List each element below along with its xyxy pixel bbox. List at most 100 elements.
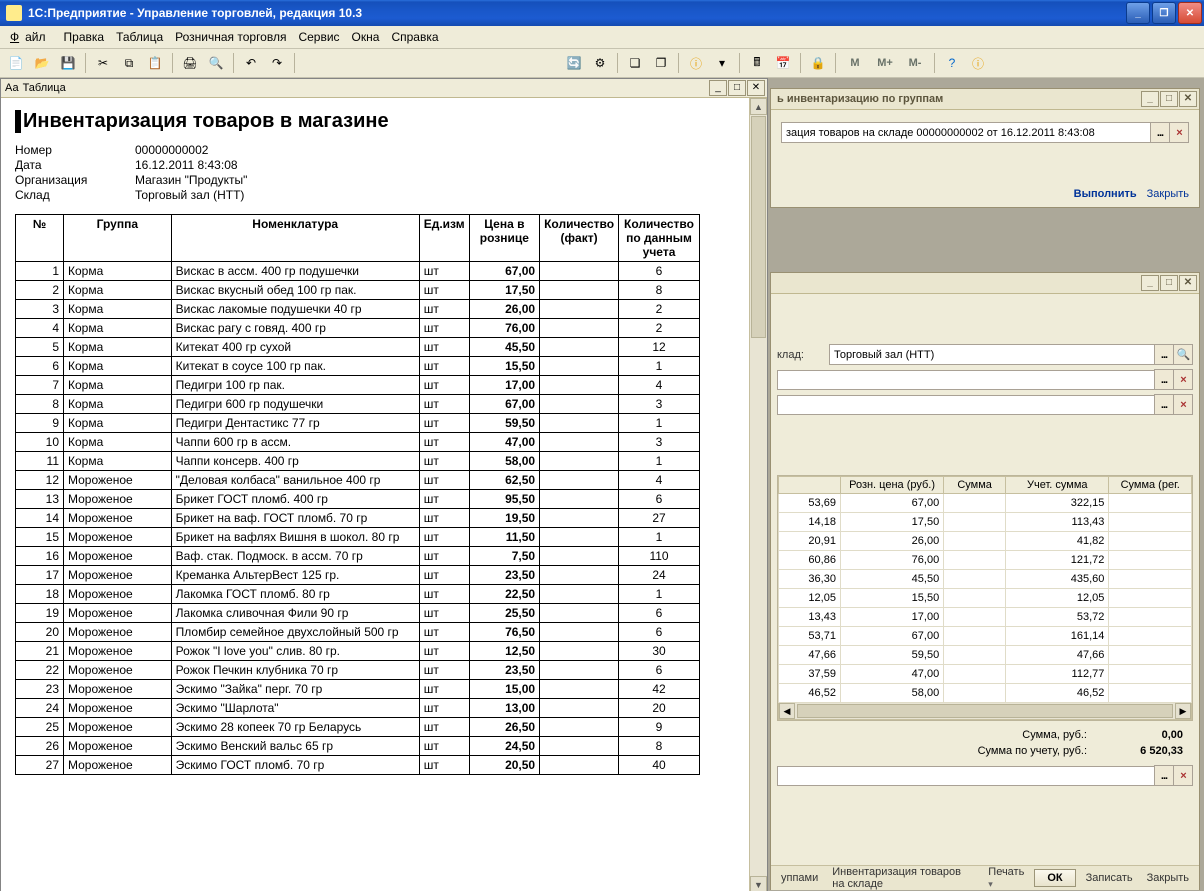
execute-button[interactable]: Выполнить [1074, 188, 1137, 200]
table-row[interactable]: 9КормаПедигри Дентастикс 77 гршт59,501 [16, 414, 700, 433]
calc-icon[interactable]: 🖩 [745, 51, 769, 75]
table-row[interactable]: 25МороженоеЭскимо 28 копеек 70 гр Белару… [16, 718, 700, 737]
grid-row[interactable]: 53,7167,00161,14 [779, 627, 1192, 646]
grid-col-summa[interactable]: Сумма [944, 477, 1006, 494]
table-row[interactable]: 1КормаВискас в ассм. 400 гр подушечкишт6… [16, 262, 700, 281]
table-row[interactable]: 22МороженоеРожок Печкин клубника 70 гршт… [16, 661, 700, 680]
window-icon[interactable]: ❏ [623, 51, 647, 75]
table-row[interactable]: 20МороженоеПломбир семейное двухслойный … [16, 623, 700, 642]
minimize-button[interactable]: _ [1126, 2, 1150, 24]
table-row[interactable]: 16МороженоеВаф. стак. Подмоск. в ассм. 7… [16, 547, 700, 566]
grid-row[interactable]: 53,6967,00322,15 [779, 494, 1192, 513]
document-vscrollbar[interactable]: ▲ ▼ [749, 98, 767, 891]
table-row[interactable]: 7КормаПедигри 100 гр пак.шт17,004 [16, 376, 700, 395]
ok-button[interactable]: ОК [1034, 869, 1075, 887]
grid-col-rozn[interactable]: Розн. цена (руб.) [840, 477, 943, 494]
table-row[interactable]: 14МороженоеБрикет на ваф. ГОСТ пломб. 70… [16, 509, 700, 528]
table-row[interactable]: 15МороженоеБрикет на вафлях Вишня в шоко… [16, 528, 700, 547]
close-button[interactable]: ✕ [1178, 2, 1202, 24]
filter2-clear[interactable]: × [1173, 394, 1193, 415]
table-row[interactable]: 17МороженоеКреманка АльтерВест 125 гр.шт… [16, 566, 700, 585]
document-scroll[interactable]: Инвентаризация товаров в магазине Номер0… [1, 98, 749, 891]
footer-inventory[interactable]: Инвентаризация товаров на складе [828, 866, 978, 890]
groups-doc-input[interactable]: зация товаров на складе 00000000002 от 1… [781, 122, 1151, 143]
doc-maximize-button[interactable]: □ [728, 80, 746, 96]
menu-windows[interactable]: Окна [346, 28, 386, 46]
grid-row[interactable]: 36,3045,50435,60 [779, 570, 1192, 589]
hscroll-thumb[interactable] [797, 704, 1173, 718]
cut-icon[interactable]: ✂ [91, 51, 115, 75]
grid-row[interactable]: 47,6659,5047,66 [779, 646, 1192, 665]
footer-print[interactable]: Печать [984, 866, 1028, 890]
filter2-ellipsis[interactable]: ... [1154, 394, 1174, 415]
clear-button[interactable]: × [1169, 122, 1189, 143]
table-row[interactable]: 23МороженоеЭскимо "Зайка" перг. 70 гршт1… [16, 680, 700, 699]
table-row[interactable]: 18МороженоеЛакомка ГОСТ пломб. 80 гршт22… [16, 585, 700, 604]
table-row[interactable]: 21МороженоеРожок "I love you" слив. 80 г… [16, 642, 700, 661]
table-row[interactable]: 13МороженоеБрикет ГОСТ пломб. 400 гршт95… [16, 490, 700, 509]
copy-icon[interactable]: ⧉ [117, 51, 141, 75]
print-icon[interactable]: 🖨 [178, 51, 202, 75]
grid-col-reg[interactable]: Сумма (рег. [1109, 477, 1192, 494]
scroll-thumb[interactable] [751, 116, 766, 338]
menu-edit[interactable]: Правка [58, 28, 111, 46]
grid-row[interactable]: 20,9126,0041,82 [779, 532, 1192, 551]
grid-row[interactable]: 14,1817,50113,43 [779, 513, 1192, 532]
doc-minimize-button[interactable]: _ [709, 80, 727, 96]
m-plus-button[interactable]: М+ [871, 51, 899, 75]
table-row[interactable]: 8КормаПедигри 600 гр подушечкишт67,003 [16, 395, 700, 414]
menu-help[interactable]: Справка [385, 28, 444, 46]
doc-close-button[interactable]: ✕ [747, 80, 765, 96]
table-row[interactable]: 5КормаКитекат 400 гр сухойшт45,5012 [16, 338, 700, 357]
lock-icon[interactable]: 🔒 [806, 51, 830, 75]
m-button[interactable]: М [841, 51, 869, 75]
grid-col-uchet[interactable]: Учет. сумма [1006, 477, 1109, 494]
table-row[interactable]: 3КормаВискас лакомые подушечки 40 гршт26… [16, 300, 700, 319]
refresh-icon[interactable]: 🔄 [562, 51, 586, 75]
preview-icon[interactable]: 🔍 [204, 51, 228, 75]
redo-icon[interactable]: ↷ [265, 51, 289, 75]
grid-row[interactable]: 12,0515,5012,05 [779, 589, 1192, 608]
save-button[interactable]: Записать [1082, 872, 1137, 884]
grid-row[interactable]: 60,8676,00121,72 [779, 551, 1192, 570]
calendar-icon[interactable]: 📅 [771, 51, 795, 75]
filter1-ellipsis[interactable]: ... [1154, 369, 1174, 390]
table-row[interactable]: 11КормаЧаппи консерв. 400 гршт58,001 [16, 452, 700, 471]
groups-dlg-close[interactable]: ✕ [1179, 91, 1197, 107]
doc-dlg-minimize[interactable]: _ [1141, 275, 1159, 291]
filter-input-2[interactable] [777, 395, 1155, 415]
groups-dlg-minimize[interactable]: _ [1141, 91, 1159, 107]
paste-icon[interactable]: 📋 [143, 51, 167, 75]
about-icon[interactable]: ⓘ [966, 51, 990, 75]
table-row[interactable]: 2КормаВискас вкусный обед 100 гр пак.шт1… [16, 281, 700, 300]
table-row[interactable]: 4КормаВискас рагу с говяд. 400 гршт76,00… [16, 319, 700, 338]
settings-icon[interactable]: ⚙ [588, 51, 612, 75]
close-link[interactable]: Закрыть [1147, 188, 1189, 200]
groups-dlg-maximize[interactable]: □ [1160, 91, 1178, 107]
menu-service[interactable]: Сервис [292, 28, 345, 46]
grid-row[interactable]: 46,5258,0046,52 [779, 684, 1192, 703]
doc-dlg-close[interactable]: ✕ [1179, 275, 1197, 291]
store-field[interactable]: Торговый зал (НТТ) [829, 344, 1155, 365]
menu-table[interactable]: Таблица [110, 28, 169, 46]
undo-icon[interactable]: ↶ [239, 51, 263, 75]
table-row[interactable]: 12Мороженое"Деловая колбаса" ванильное 4… [16, 471, 700, 490]
table-row[interactable]: 27МороженоеЭскимо ГОСТ пломб. 70 гршт20,… [16, 756, 700, 775]
help-icon[interactable]: ? [940, 51, 964, 75]
table-row[interactable]: 10КормаЧаппи 600 гр в ассм.шт47,003 [16, 433, 700, 452]
info-icon[interactable]: ⓘ [684, 51, 708, 75]
comment-ellipsis[interactable]: ... [1154, 765, 1174, 786]
table-row[interactable]: 24МороженоеЭскимо "Шарлота"шт13,0020 [16, 699, 700, 718]
new-icon[interactable]: 📄 [4, 51, 28, 75]
menu-retail[interactable]: Розничная торговля [169, 28, 292, 46]
footer-close[interactable]: Закрыть [1143, 872, 1193, 884]
grid-row[interactable]: 37,5947,00112,77 [779, 665, 1192, 684]
doc-dlg-maximize[interactable]: □ [1160, 275, 1178, 291]
maximize-button[interactable]: ❐ [1152, 2, 1176, 24]
filter1-clear[interactable]: × [1173, 369, 1193, 390]
grid-col-0[interactable] [779, 477, 841, 494]
dropdown-icon[interactable]: ▾ [710, 51, 734, 75]
store-ellipsis-button[interactable]: ... [1154, 344, 1174, 365]
footer-groups[interactable]: уппами [777, 872, 822, 884]
scroll-up-icon[interactable]: ▲ [750, 98, 767, 115]
